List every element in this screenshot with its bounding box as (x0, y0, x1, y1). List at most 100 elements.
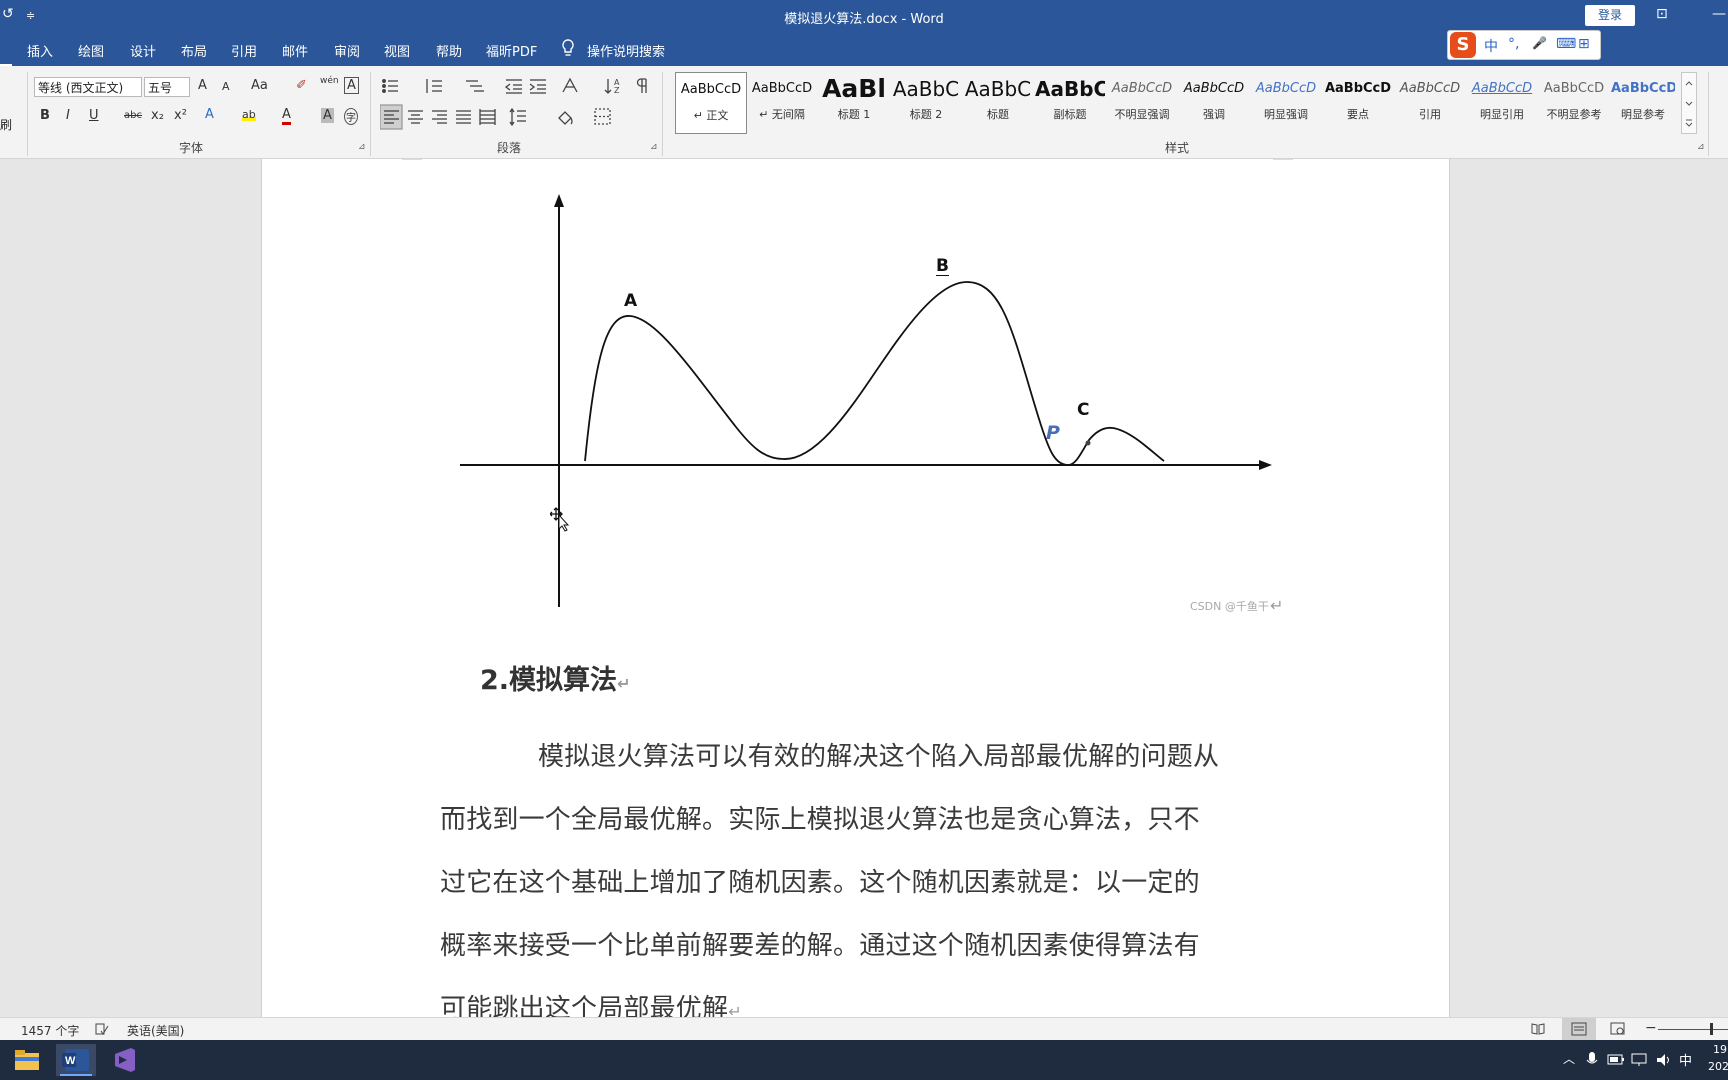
clear-formatting-button[interactable]: ✐ (296, 78, 307, 93)
style-subtle-reference[interactable]: AaBbCcD 不明显参考 (1539, 72, 1609, 132)
minimize-icon[interactable]: — (1712, 6, 1726, 22)
strikethrough-button[interactable]: abc (124, 110, 142, 121)
microphone-icon[interactable]: 🎤 (1532, 36, 1547, 50)
style-intense-quote[interactable]: AaBbCcD 明显引用 (1467, 72, 1537, 132)
visual-studio-icon[interactable] (105, 1044, 145, 1076)
tab-view[interactable]: 视图 (384, 41, 410, 60)
shrink-font-button[interactable]: A (222, 80, 230, 93)
highlight-button[interactable]: ab (242, 108, 256, 121)
word-count[interactable]: 1457 个字 (21, 1022, 79, 1039)
italic-button[interactable]: I (66, 108, 70, 123)
microphone-tray-icon[interactable] (1586, 1052, 1598, 1068)
tray-overflow-icon[interactable]: ︿ (1563, 1050, 1575, 1067)
style-heading-2[interactable]: AaBbC 标题 2 (891, 72, 961, 132)
tab-references[interactable]: 引用 (231, 41, 257, 60)
label-b: B (936, 256, 949, 276)
paragraph-line: 而找到一个全局最优解。实际上模拟退火算法也是贪心算法，只不 (440, 805, 1200, 835)
grow-font-button[interactable]: A (198, 78, 207, 93)
zoom-out-button[interactable]: − (1645, 1020, 1657, 1036)
style-normal[interactable]: AaBbCcD ↵ 正文 (675, 72, 747, 134)
decrease-indent-icon (504, 79, 522, 94)
login-button[interactable]: 登录 (1585, 5, 1635, 26)
sort-icon: AZ (604, 78, 620, 95)
tab-draw[interactable]: 绘图 (78, 41, 104, 60)
style-intense-emphasis[interactable]: AaBbCcD 明显强调 (1251, 72, 1321, 132)
print-layout-view[interactable] (1562, 1018, 1596, 1041)
font-dialog-launcher-icon[interactable]: ⊿ (358, 142, 366, 152)
zoom-slider-thumb[interactable] (1710, 1023, 1713, 1035)
sogou-logo-icon[interactable]: S (1450, 32, 1476, 58)
subscript-button[interactable]: x₂ (151, 108, 164, 123)
style-intense-reference[interactable]: AaBbCcD 明显参考 (1611, 72, 1675, 132)
zoom-slider[interactable] (1658, 1029, 1728, 1030)
multilevel-list-icon (466, 80, 484, 92)
network-icon[interactable] (1631, 1053, 1649, 1067)
paragraph-line-text: 可能跳出这个局部最优解 (440, 994, 729, 1017)
read-mode-icon[interactable] (1531, 1022, 1545, 1036)
y-axis-arrow (554, 194, 564, 207)
divider (1708, 72, 1709, 156)
phonetic-guide-button[interactable]: wén (320, 76, 339, 86)
ribbon-display-options-icon[interactable]: ⊡ (1656, 6, 1668, 22)
heading-text: 2.模拟算法 (480, 665, 618, 696)
increase-indent-icon (529, 79, 546, 94)
character-shading-button[interactable]: A (321, 108, 334, 123)
toolbox-icon[interactable]: ⊞ (1578, 36, 1590, 52)
tab-help[interactable]: 帮助 (436, 41, 462, 60)
document-page[interactable]: A B C P CSDN @千鱼干 ↵ 2.模拟算法↵ 模拟退火算法可以有效的解… (261, 159, 1450, 1017)
paragraph-line-last: 可能跳出这个局部最优解↵ (440, 988, 742, 1017)
font-color-button[interactable]: A (282, 107, 291, 125)
style-no-spacing[interactable]: AaBbCcD ↵ 无间隔 (747, 72, 817, 132)
font-size-value: 五号 (148, 81, 173, 95)
style-quote[interactable]: AaBbCcD 引用 (1395, 72, 1465, 132)
character-border-button[interactable]: A (344, 77, 359, 94)
tell-me-search[interactable]: 操作说明搜索 (587, 41, 665, 60)
underline-button[interactable]: U (89, 108, 99, 123)
ime-punctuation[interactable]: °, (1508, 36, 1519, 52)
superscript-button[interactable]: x² (174, 108, 187, 123)
volume-icon[interactable] (1655, 1052, 1673, 1068)
format-painter-fragment[interactable]: 刷 (0, 116, 12, 133)
tab-review[interactable]: 审阅 (334, 41, 360, 60)
tab-design[interactable]: 设计 (130, 41, 156, 60)
tray-ime-indicator[interactable]: 中 (1679, 1050, 1692, 1069)
styles-dialog-launcher-icon[interactable]: ⊿ (1697, 142, 1705, 152)
styles-gallery-scroll[interactable] (1681, 72, 1697, 134)
status-bar: 1457 个字 英语(美国) − (0, 1017, 1728, 1041)
style-subtle-emphasis[interactable]: AaBbCcD 不明显强调 (1107, 72, 1177, 132)
web-layout-icon[interactable] (1610, 1022, 1626, 1036)
point-p-marker (1085, 440, 1091, 446)
battery-icon[interactable] (1607, 1053, 1625, 1067)
shading-icon (558, 111, 573, 125)
style-emphasis[interactable]: AaBbCcD 强调 (1179, 72, 1249, 132)
text-effects-button[interactable]: A (205, 107, 214, 122)
enclose-characters-button[interactable]: 字 (344, 108, 358, 125)
style-strong[interactable]: AaBbCcD 要点 (1323, 72, 1393, 132)
tab-foxit-pdf[interactable]: 福昕PDF (486, 41, 537, 60)
font-size-combo[interactable]: 五号 (144, 77, 190, 97)
tab-layout[interactable]: 布局 (181, 41, 207, 60)
file-explorer-icon[interactable] (7, 1044, 47, 1076)
paragraph-mark: ↵ (728, 1002, 742, 1017)
bold-button[interactable]: B (40, 108, 50, 123)
style-name: 明显强调 (1264, 108, 1308, 121)
change-case-button[interactable]: Aa (251, 78, 268, 93)
clock-time[interactable]: 19 (1713, 1043, 1727, 1056)
style-heading-1[interactable]: AaBl 标题 1 (819, 72, 889, 132)
language-indicator[interactable]: 英语(美国) (127, 1022, 184, 1039)
paragraph-dialog-launcher-icon[interactable]: ⊿ (650, 142, 658, 152)
word-app-icon[interactable]: W (56, 1044, 96, 1076)
font-name-combo[interactable]: 等线 (西文正文) (34, 77, 142, 97)
tab-insert[interactable]: 插入 (27, 41, 53, 60)
style-title[interactable]: AaBbC 标题 (963, 72, 1033, 132)
move-cursor-icon (550, 507, 570, 532)
ime-chinese-mode[interactable]: 中 (1484, 36, 1498, 56)
show-marks-icon (636, 78, 647, 93)
paragraph-group-label: 段落 (497, 141, 522, 155)
style-subtitle[interactable]: AaBbC 副标题 (1035, 72, 1105, 132)
tab-mailings[interactable]: 邮件 (282, 41, 308, 60)
label-a: A (624, 291, 638, 311)
keyboard-icon[interactable]: ⌨ (1556, 36, 1576, 52)
clock-date[interactable]: 202 (1708, 1060, 1728, 1073)
proofing-icon[interactable] (95, 1023, 109, 1036)
